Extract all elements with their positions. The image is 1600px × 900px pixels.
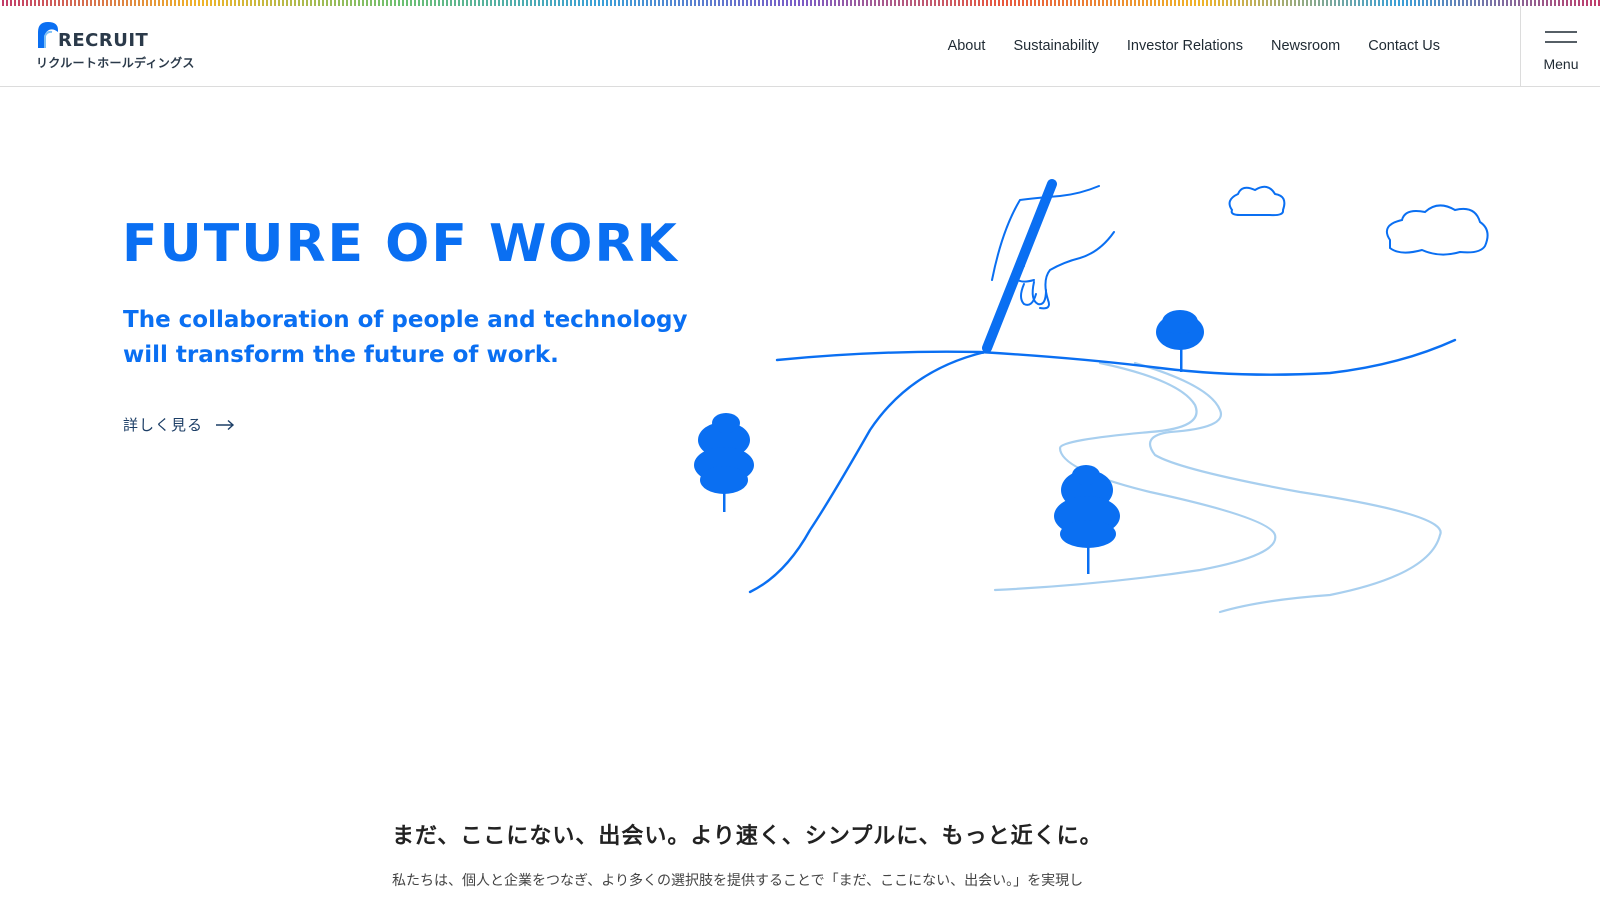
horizon-line — [775, 338, 1457, 376]
logo-wordmark: RECRUIT — [58, 30, 149, 51]
nav-contact-us[interactable]: Contact Us — [1368, 38, 1440, 54]
mission-body: 私たちは、個人と企業をつなぎ、より多くの選択肢を提供することで「まだ、ここにない… — [392, 873, 1084, 889]
hand-drawing-illustration — [694, 179, 1489, 614]
recruit-logo[interactable]: RECRUIT リクルートホールディングス — [36, 20, 206, 76]
learn-more-link[interactable]: 詳しく見る — [123, 414, 235, 435]
menu-button[interactable]: Menu — [1520, 6, 1600, 86]
hero-subtitle: The collaboration of people and technolo… — [123, 303, 688, 373]
nav-newsroom[interactable]: Newsroom — [1271, 38, 1340, 54]
main-nav: About Sustainability Investor Relations … — [948, 6, 1440, 86]
arrow-right-icon — [216, 419, 235, 430]
tree-left — [694, 413, 754, 512]
mission-title: まだ、ここにない、出会い。より速く、シンプルに、もっと近くに。 — [392, 824, 1103, 849]
tree-center — [1054, 465, 1120, 574]
hero-subtitle-line-2: will transform the future of work. — [123, 342, 559, 368]
pen-and-hand — [982, 179, 1115, 354]
cloud-small — [1228, 185, 1286, 217]
site-header: RECRUIT リクルートホールディングス About Sustainabili… — [0, 6, 1600, 87]
learn-more-label: 詳しく見る — [123, 416, 204, 434]
cloud-large — [1386, 204, 1489, 256]
hero-title: FUTURE OF WORK — [122, 214, 679, 274]
nav-investor-relations[interactable]: Investor Relations — [1127, 38, 1243, 54]
logo-japanese-name: リクルートホールディングス — [36, 56, 195, 70]
nav-about[interactable]: About — [948, 38, 986, 54]
tree-right — [1156, 310, 1204, 372]
nav-sustainability[interactable]: Sustainability — [1013, 38, 1098, 54]
menu-label: Menu — [1543, 56, 1579, 72]
hill-line — [748, 350, 987, 594]
hero-subtitle-line-1: The collaboration of people and technolo… — [123, 307, 688, 333]
hamburger-menu-icon — [1545, 31, 1577, 43]
